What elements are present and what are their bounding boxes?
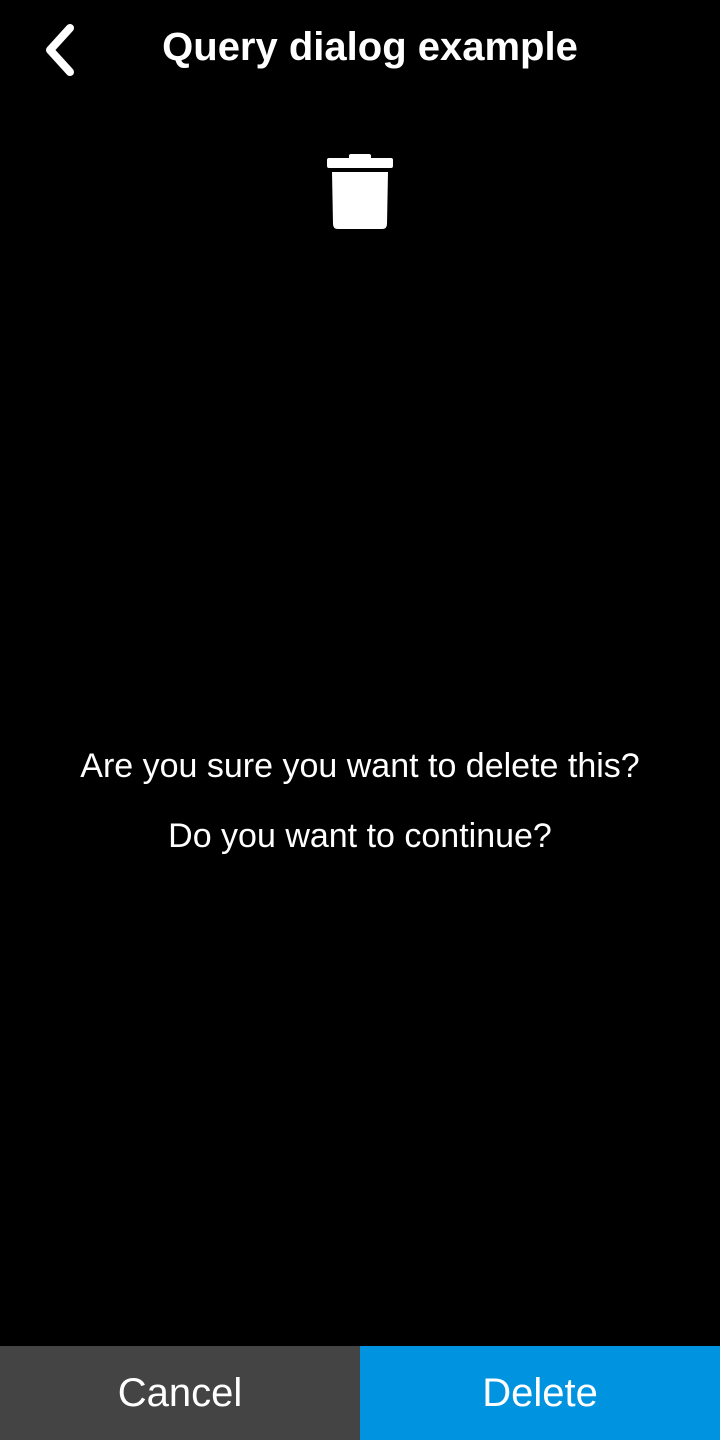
confirmation-message: Are you sure you want to delete this? (80, 747, 640, 785)
page-title: Query dialog example (162, 25, 578, 69)
cancel-button[interactable]: Cancel (0, 1346, 360, 1440)
continue-prompt: Do you want to continue? (168, 817, 552, 855)
delete-button[interactable]: Delete (360, 1346, 720, 1440)
header: Query dialog example (0, 0, 720, 96)
dialog-actions: Cancel Delete (0, 1346, 720, 1440)
trash-icon (324, 152, 396, 232)
